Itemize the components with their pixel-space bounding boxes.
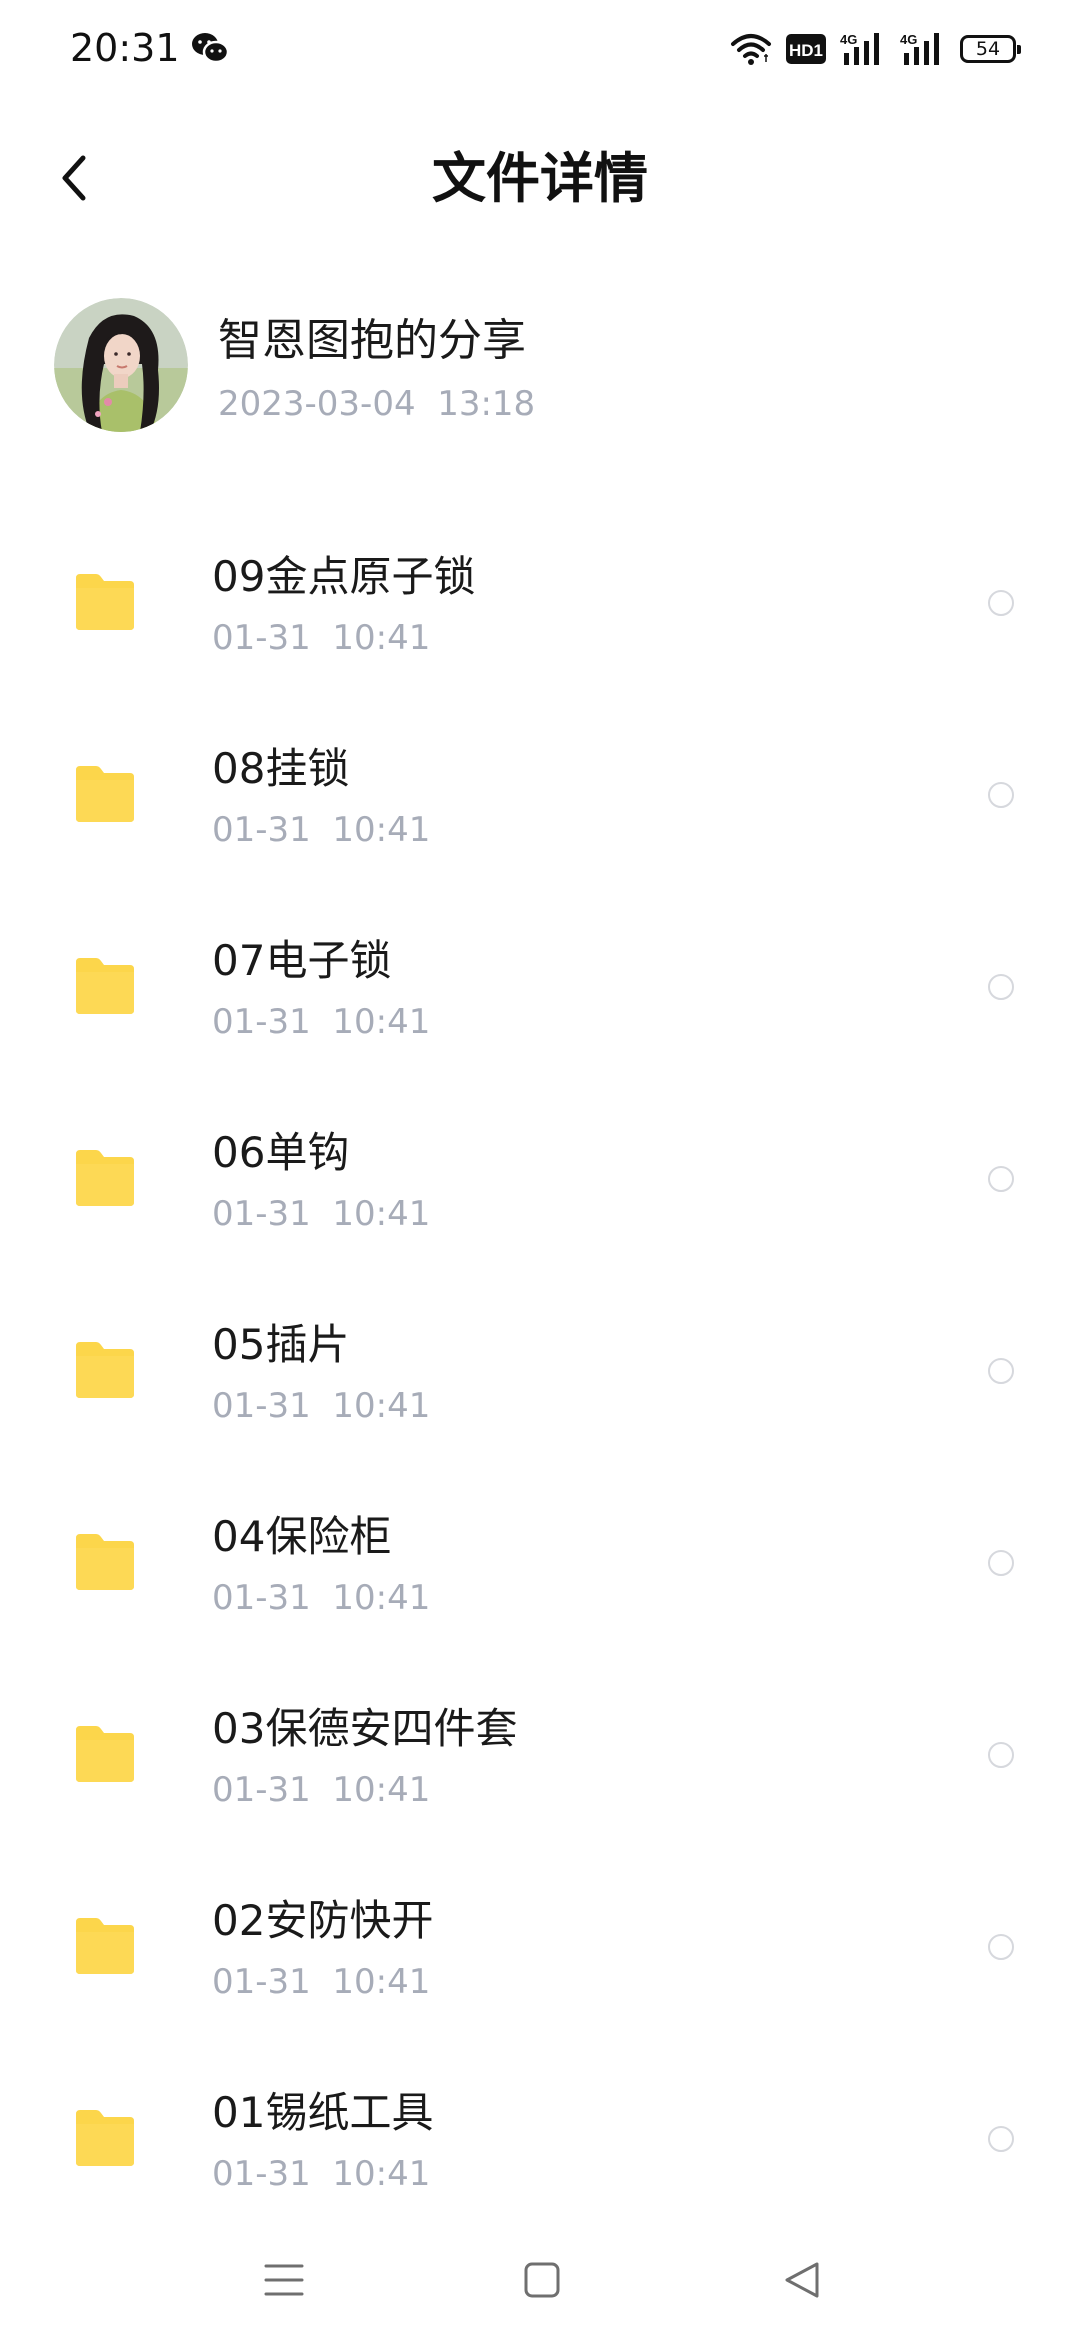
menu-icon	[264, 2264, 304, 2296]
file-name: 01锡纸工具	[212, 2088, 434, 2137]
wifi-icon	[731, 34, 771, 65]
file-time: 01-31 10:41	[212, 2154, 431, 2194]
select-radio[interactable]	[988, 590, 1014, 616]
status-time: 20:31	[70, 26, 180, 70]
file-name: 09金点原子锁	[212, 552, 476, 601]
avatar[interactable]	[54, 298, 188, 432]
nav-back-button[interactable]	[770, 2248, 834, 2312]
file-item[interactable]: 05插片 01-31 10:41	[0, 1288, 1080, 1480]
battery-icon: 54	[960, 35, 1021, 63]
select-radio[interactable]	[988, 1358, 1014, 1384]
signal-4g-icon: 4G	[840, 32, 879, 65]
signal-label-2: 4G	[900, 32, 917, 47]
folder-icon	[76, 574, 134, 630]
file-time: 01-31 10:41	[212, 1386, 431, 1426]
folder-icon	[76, 958, 134, 1014]
file-name: 07电子锁	[212, 936, 392, 985]
file-item[interactable]: 08挂锁 01-31 10:41	[0, 712, 1080, 904]
select-radio[interactable]	[988, 974, 1014, 1000]
battery-level: 54	[975, 38, 1001, 60]
folder-icon	[76, 766, 134, 822]
file-item[interactable]: 06单钩 01-31 10:41	[0, 1096, 1080, 1288]
folder-icon	[76, 2110, 134, 2166]
select-radio[interactable]	[988, 1550, 1014, 1576]
select-radio[interactable]	[988, 1742, 1014, 1768]
wechat-icon	[192, 33, 230, 64]
header: 文件详情	[0, 120, 1080, 236]
file-time: 01-31 10:41	[212, 1962, 431, 2002]
page-title: 文件详情	[432, 147, 648, 210]
file-time: 01-31 10:41	[212, 810, 431, 850]
file-item[interactable]: 03保德安四件套 01-31 10:41	[0, 1672, 1080, 1864]
file-time: 01-31 10:41	[212, 1194, 431, 1234]
status-bar: 20:31 HD1 4G 4G 54	[0, 0, 1080, 96]
home-square-icon	[524, 2262, 560, 2298]
folder-icon	[76, 1150, 134, 1206]
signal-4g-icon-2: 4G	[900, 32, 939, 65]
file-name: 08挂锁	[212, 744, 350, 793]
file-time: 01-31 10:41	[212, 1578, 431, 1618]
nav-menu-button[interactable]	[252, 2248, 316, 2312]
file-name: 05插片	[212, 1320, 350, 1369]
share-title: 智恩图抱的分享	[218, 315, 526, 366]
hd-badge-label: HD1	[789, 41, 823, 60]
share-info: 智恩图抱的分享 2023-03-04 13:18	[54, 298, 1034, 434]
navigation-bar	[0, 2228, 1080, 2340]
select-radio[interactable]	[988, 1934, 1014, 1960]
folder-icon	[76, 1918, 134, 1974]
share-time: 2023-03-04 13:18	[218, 384, 536, 424]
signal-label-1: 4G	[840, 32, 857, 47]
back-triangle-icon	[785, 2262, 819, 2298]
nav-home-button[interactable]	[510, 2248, 574, 2312]
file-name: 04保险柜	[212, 1512, 392, 1561]
file-item[interactable]: 02安防快开 01-31 10:41	[0, 1864, 1080, 2056]
folder-icon	[76, 1726, 134, 1782]
file-name: 02安防快开	[212, 1896, 434, 1945]
file-name: 03保德安四件套	[212, 1704, 518, 1753]
file-time: 01-31 10:41	[212, 1002, 431, 1042]
hd-badge-icon: HD1	[786, 34, 826, 64]
folder-icon	[76, 1534, 134, 1590]
avatar-image	[54, 298, 188, 432]
file-time: 01-31 10:41	[212, 1770, 431, 1810]
folder-icon	[76, 1342, 134, 1398]
select-radio[interactable]	[988, 1166, 1014, 1192]
file-time: 01-31 10:41	[212, 618, 431, 658]
select-radio[interactable]	[988, 782, 1014, 808]
file-item[interactable]: 04保险柜 01-31 10:41	[0, 1480, 1080, 1672]
status-indicators: HD1 4G 4G 54	[730, 28, 1021, 70]
file-item[interactable]: 07电子锁 01-31 10:41	[0, 904, 1080, 1096]
file-item[interactable]: 09金点原子锁 01-31 10:41	[0, 520, 1080, 712]
file-name: 06单钩	[212, 1128, 350, 1177]
select-radio[interactable]	[988, 2126, 1014, 2152]
file-item[interactable]: 01锡纸工具 01-31 10:41	[0, 2056, 1080, 2248]
file-list: 09金点原子锁 01-31 10:41 08挂锁 01-31 10:41 07电…	[0, 520, 1080, 2248]
